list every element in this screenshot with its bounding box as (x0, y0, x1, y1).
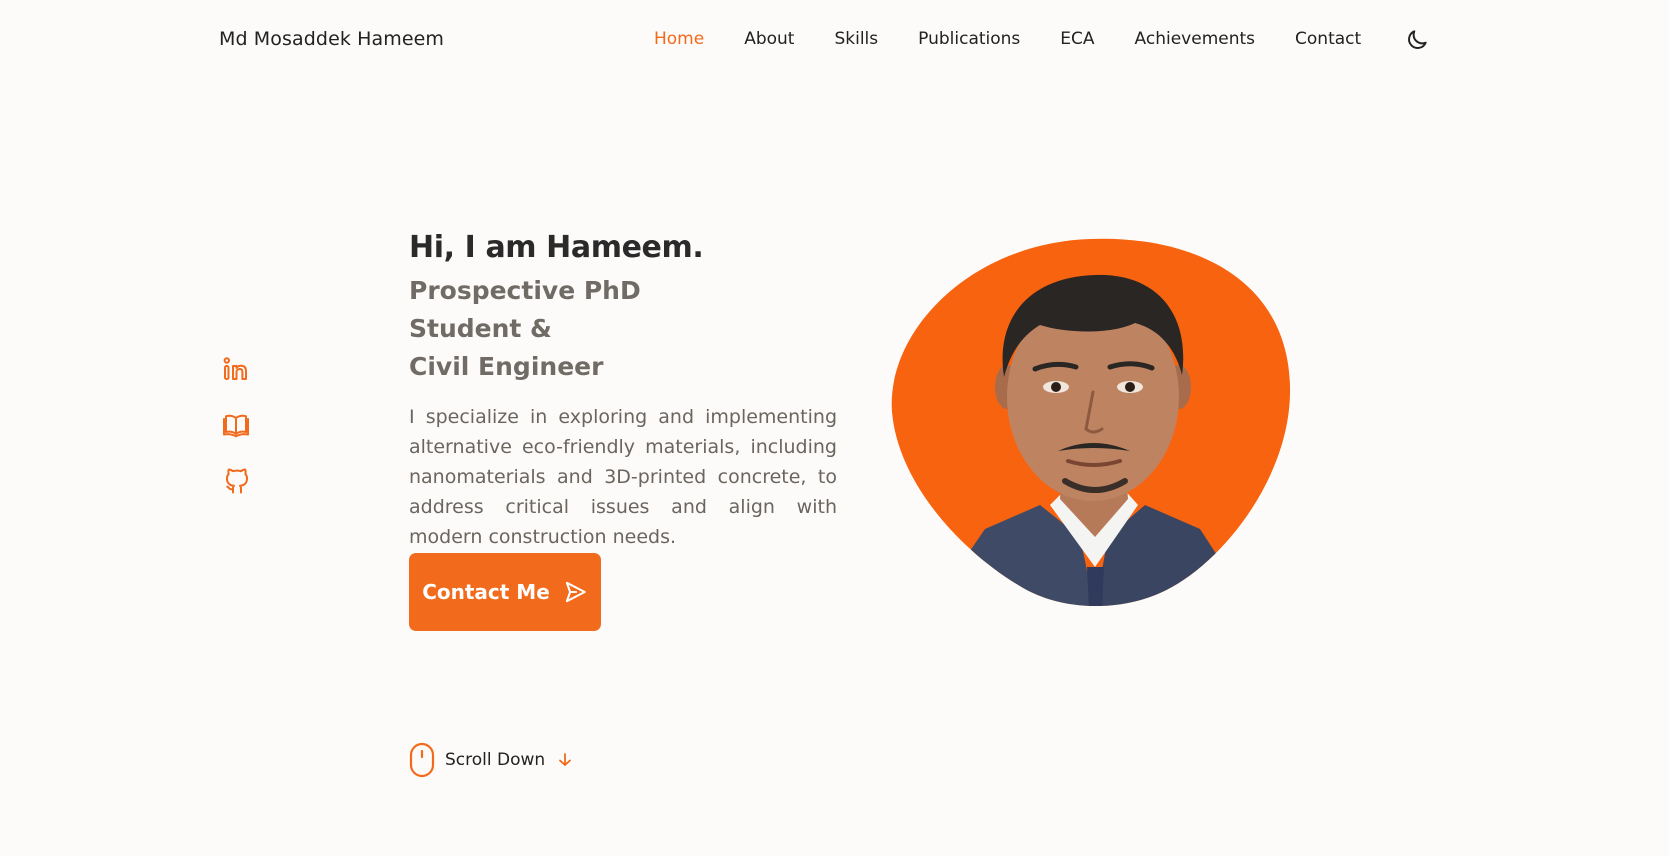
book-icon[interactable] (222, 412, 250, 438)
hero-description: I specialize in exploring and implementi… (409, 406, 837, 548)
site-header: Md Mosaddek Hameem Home About Skills Pub… (0, 0, 1669, 80)
nav-about[interactable]: About (744, 29, 794, 49)
nav-eca[interactable]: ECA (1060, 29, 1094, 49)
linkedin-icon[interactable] (222, 356, 250, 382)
scroll-down-label: Scroll Down (445, 750, 546, 770)
moon-icon[interactable] (1404, 27, 1430, 53)
github-icon[interactable] (222, 468, 250, 494)
main-nav: Home About Skills Publications ECA Achie… (654, 29, 1401, 49)
profile-photo (890, 237, 1291, 609)
send-icon (565, 581, 586, 603)
site-logo[interactable]: Md Mosaddek Hameem (219, 28, 444, 50)
nav-home[interactable]: Home (654, 29, 704, 49)
social-links (222, 356, 250, 494)
hero-subtitle-line2: Civil Engineer (409, 352, 604, 381)
hero-text: Hi, I am Hameem. Prospective PhD Student… (409, 228, 837, 552)
hero-subtitle-line1: Prospective PhD Student & (409, 276, 641, 343)
nav-publications[interactable]: Publications (918, 29, 1020, 49)
hero-subtitle: Prospective PhD Student & Civil Engineer (409, 272, 749, 386)
nav-achievements[interactable]: Achievements (1135, 29, 1255, 49)
contact-me-label: Contact Me (422, 580, 550, 604)
scroll-down[interactable]: Scroll Down (409, 742, 573, 778)
hero-greeting: Hi, I am Hameem. (409, 230, 704, 265)
mouse-icon (409, 742, 435, 778)
nav-contact[interactable]: Contact (1295, 29, 1361, 49)
nav-skills[interactable]: Skills (834, 29, 878, 49)
arrow-down-icon (559, 753, 572, 766)
contact-me-button[interactable]: Contact Me (409, 553, 601, 631)
